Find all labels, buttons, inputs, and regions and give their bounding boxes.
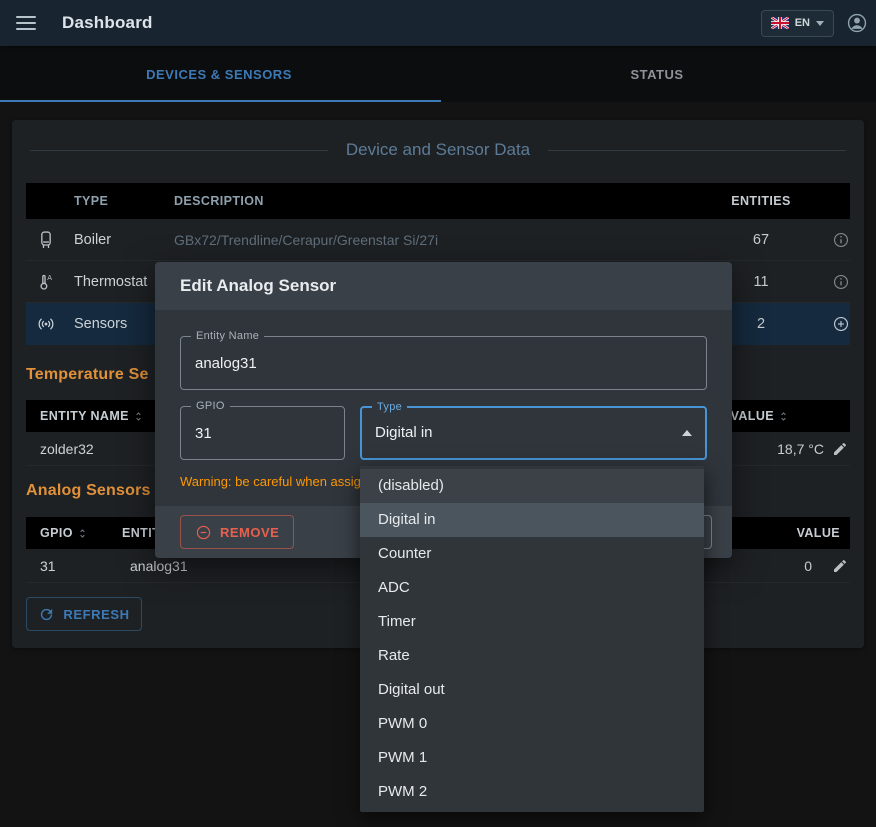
refresh-label: REFRESH <box>63 607 129 622</box>
card-title: Device and Sensor Data <box>328 140 548 160</box>
dialog-header: Edit Analog Sensor <box>155 262 732 310</box>
chevron-down-icon <box>816 21 824 26</box>
type-option-pwm-2[interactable]: PWM 2 <box>360 775 704 809</box>
gpio-label: GPIO <box>191 400 230 412</box>
entity-name-input[interactable] <box>181 337 706 389</box>
gpio-input[interactable] <box>181 407 344 459</box>
device-row-boiler[interactable]: Boiler GBx72/Trendline/Cerapur/Greenstar… <box>26 219 850 261</box>
analog-sensors-heading: Analog Sensors <box>26 482 151 500</box>
thermostat-icon: A <box>26 272 74 292</box>
type-option-rate[interactable]: Rate <box>360 639 704 673</box>
type-label: Type <box>372 401 407 413</box>
device-type: Boiler <box>74 232 174 248</box>
header-type: TYPE <box>74 194 174 208</box>
remove-button[interactable]: REMOVE <box>180 515 294 549</box>
dashboard-screen: Dashboard EN <box>0 0 876 827</box>
user-avatar[interactable] <box>846 12 868 34</box>
tab-status[interactable]: STATUS <box>438 46 876 102</box>
sort-gpio[interactable]: GPIO <box>26 526 89 540</box>
card-title-row: Device and Sensor Data <box>30 136 846 164</box>
sort-icon <box>132 410 145 423</box>
entity-name-cell: zolder32 <box>26 441 94 457</box>
dialog-title: Edit Analog Sensor <box>180 276 336 296</box>
divider <box>30 150 328 151</box>
edit-icon[interactable] <box>832 441 848 457</box>
gpio-field: GPIO <box>180 406 345 460</box>
device-table-header: TYPE DESCRIPTION ENTITIES <box>26 183 850 219</box>
refresh-icon <box>38 606 55 623</box>
remove-label: REMOVE <box>220 525 279 540</box>
type-option-timer[interactable]: Timer <box>360 605 704 639</box>
type-option-adc[interactable]: ADC <box>360 571 704 605</box>
tab-devices-sensors-label: DEVICES & SENSORS <box>146 67 292 82</box>
divider <box>548 150 846 151</box>
menu-button[interactable] <box>16 13 40 33</box>
gpio-cell: 31 <box>26 558 56 574</box>
tab-status-label: STATUS <box>630 67 683 82</box>
type-option-pwm-0[interactable]: PWM 0 <box>360 707 704 741</box>
svg-text:A: A <box>47 273 52 281</box>
entity-name-field: Entity Name <box>180 336 707 390</box>
type-selected-value: Digital in <box>362 408 705 458</box>
tab-devices-sensors[interactable]: DEVICES & SENSORS <box>0 46 438 102</box>
sort-icon <box>76 527 89 540</box>
sensors-icon <box>26 314 74 334</box>
entity-name-cell: analog31 <box>130 558 188 574</box>
type-dropdown-menu: (disabled) Digital in Counter ADC Timer … <box>360 466 704 812</box>
sort-entity-name[interactable]: ENTITY NAME <box>26 409 145 423</box>
type-option-disabled[interactable]: (disabled) <box>360 469 704 503</box>
refresh-button[interactable]: REFRESH <box>26 597 142 631</box>
edit-icon[interactable] <box>832 558 848 574</box>
type-select[interactable]: Type Digital in <box>360 406 707 460</box>
header-description: DESCRIPTION <box>174 194 706 208</box>
device-entities-count: 67 <box>706 232 816 248</box>
active-tab-indicator <box>0 100 441 102</box>
header-value: VALUE <box>797 526 840 540</box>
type-option-pwm-1[interactable]: PWM 1 <box>360 741 704 775</box>
value-cell: 18,7 °C <box>777 441 824 457</box>
temperature-sensors-heading: Temperature Se <box>26 366 149 384</box>
app-bar: Dashboard EN <box>0 0 876 46</box>
tab-bar: DEVICES & SENSORS STATUS <box>0 46 876 102</box>
remove-circle-icon <box>195 524 212 541</box>
app-title: Dashboard <box>62 13 153 33</box>
language-selector[interactable]: EN <box>761 10 834 37</box>
language-label: EN <box>795 17 810 29</box>
type-option-counter[interactable]: Counter <box>360 537 704 571</box>
entity-name-label: Entity Name <box>191 330 264 342</box>
add-icon[interactable] <box>832 315 850 333</box>
app-bar-actions: EN <box>761 10 876 37</box>
chevron-up-icon <box>682 430 692 436</box>
warning-text: Warning: be careful when assig <box>180 474 361 489</box>
menu-icon <box>16 16 36 18</box>
device-description: GBx72/Trendline/Cerapur/Greenstar Si/27i <box>174 232 706 248</box>
type-option-digital-in[interactable]: Digital in <box>360 503 704 537</box>
boiler-icon <box>26 230 74 250</box>
info-icon[interactable] <box>832 231 850 249</box>
account-icon <box>846 12 868 34</box>
type-option-digital-out[interactable]: Digital out <box>360 673 704 707</box>
sort-icon <box>777 410 790 423</box>
value-cell: 0 <box>804 558 812 574</box>
header-entities: ENTITIES <box>706 194 816 208</box>
uk-flag-icon <box>771 17 789 29</box>
info-icon[interactable] <box>832 273 850 291</box>
